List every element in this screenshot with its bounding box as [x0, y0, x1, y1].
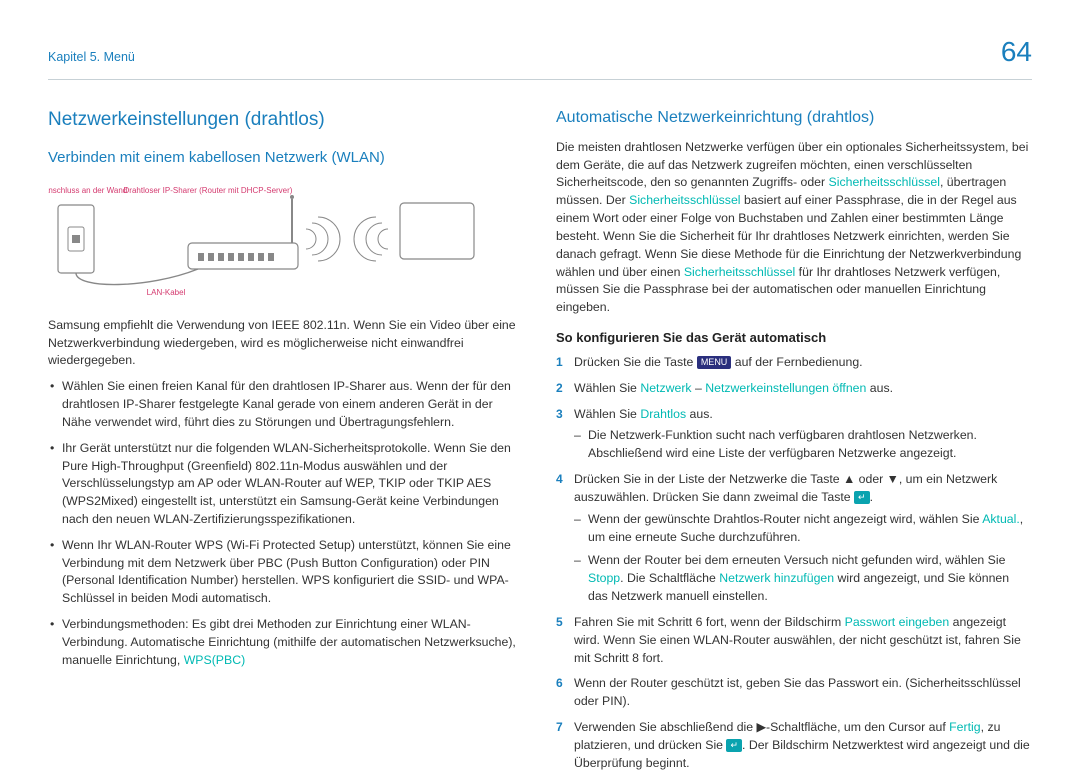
- step-2: 2 Wählen Sie Netzwerk – Netzwerkeinstell…: [556, 380, 1032, 398]
- list-item: Wenn Ihr WLAN-Router WPS (Wi-Fi Protecte…: [48, 537, 524, 608]
- right-column: Automatische Netzwerkeinrichtung (drahtl…: [556, 98, 1032, 780]
- step-4-note-a: Wenn der gewünschte Drahtlos-Router nich…: [574, 511, 1032, 547]
- step-5: 5 Fahren Sie mit Schritt 6 fort, wenn de…: [556, 614, 1032, 667]
- step-6: 6 Wenn der Router geschützt ist, geben S…: [556, 675, 1032, 711]
- page-number: 64: [1001, 32, 1032, 73]
- diagram-label-lan-cable: LAN-Kabel: [147, 288, 186, 297]
- network-diagram: LAN-Anschluss an der Wand Drahtloser IP-…: [48, 179, 524, 305]
- list-item: Ihr Gerät unterstützt nur die folgenden …: [48, 440, 524, 529]
- subsection-title: Verbinden mit einem kabellosen Netzwerk …: [48, 147, 524, 169]
- step-4-note-b: Wenn der Router bei dem erneuten Versuch…: [574, 552, 1032, 605]
- diagram-label-lan-wall: LAN-Anschluss an der Wand: [48, 186, 127, 195]
- step-7: 7 Verwenden Sie abschließend die ▶-Schal…: [556, 719, 1032, 772]
- intro-paragraph: Samsung empfiehlt die Verwendung von IEE…: [48, 317, 524, 370]
- howto-steps: 1 Drücken Sie die Taste MENU auf der Fer…: [556, 354, 1032, 773]
- diagram-label-ip-sharer: Drahtloser IP-Sharer (Router mit DHCP-Se…: [124, 186, 293, 195]
- header-rule: [48, 79, 1032, 80]
- howto-title: So konfigurieren Sie das Gerät automatis…: [556, 329, 1032, 348]
- menu-button-icon: MENU: [697, 356, 732, 369]
- auto-setup-paragraph: Die meisten drahtlosen Netzwerke verfüge…: [556, 139, 1032, 317]
- wps-pbc-term: WPS(PBC): [184, 653, 246, 667]
- section-title: Netzwerkeinstellungen (drahtlos): [48, 106, 524, 134]
- auto-setup-title: Automatische Netzwerkeinrichtung (drahtl…: [556, 106, 1032, 129]
- list-item: Wählen Sie einen freien Kanal für den dr…: [48, 378, 524, 431]
- info-bullet-list: Wählen Sie einen freien Kanal für den dr…: [48, 378, 524, 669]
- step-1: 1 Drücken Sie die Taste MENU auf der Fer…: [556, 354, 1032, 372]
- list-item: Verbindungsmethoden: Es gibt drei Method…: [48, 616, 524, 669]
- enter-button-icon: ↵: [726, 739, 742, 752]
- left-column: Netzwerkeinstellungen (drahtlos) Verbind…: [48, 98, 524, 780]
- step-3-note: Die Netzwerk-Funktion sucht nach verfügb…: [574, 427, 1032, 463]
- step-4: 4 Drücken Sie in der Liste der Netzwerke…: [556, 471, 1032, 606]
- chapter-label: Kapitel 5. Menü: [48, 48, 135, 66]
- step-3: 3 Wählen Sie Drahtlos aus. Die Netzwerk-…: [556, 406, 1032, 463]
- enter-button-icon: ↵: [854, 491, 870, 504]
